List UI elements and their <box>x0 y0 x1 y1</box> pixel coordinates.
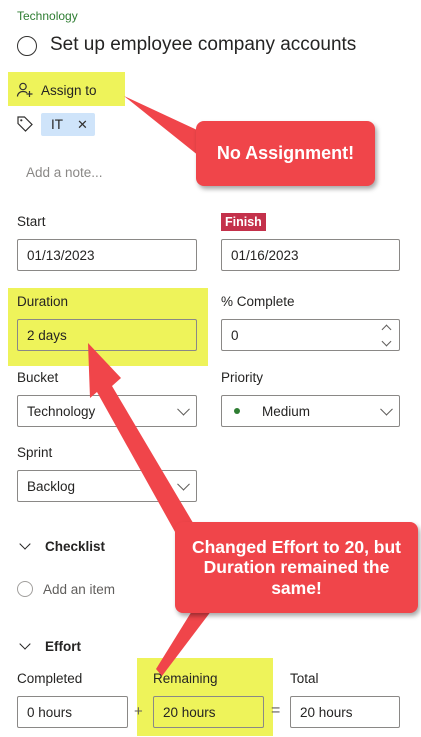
callout-arrows-effort <box>88 343 218 676</box>
effort-callout: Changed Effort to 20, but Duration remai… <box>175 522 418 613</box>
